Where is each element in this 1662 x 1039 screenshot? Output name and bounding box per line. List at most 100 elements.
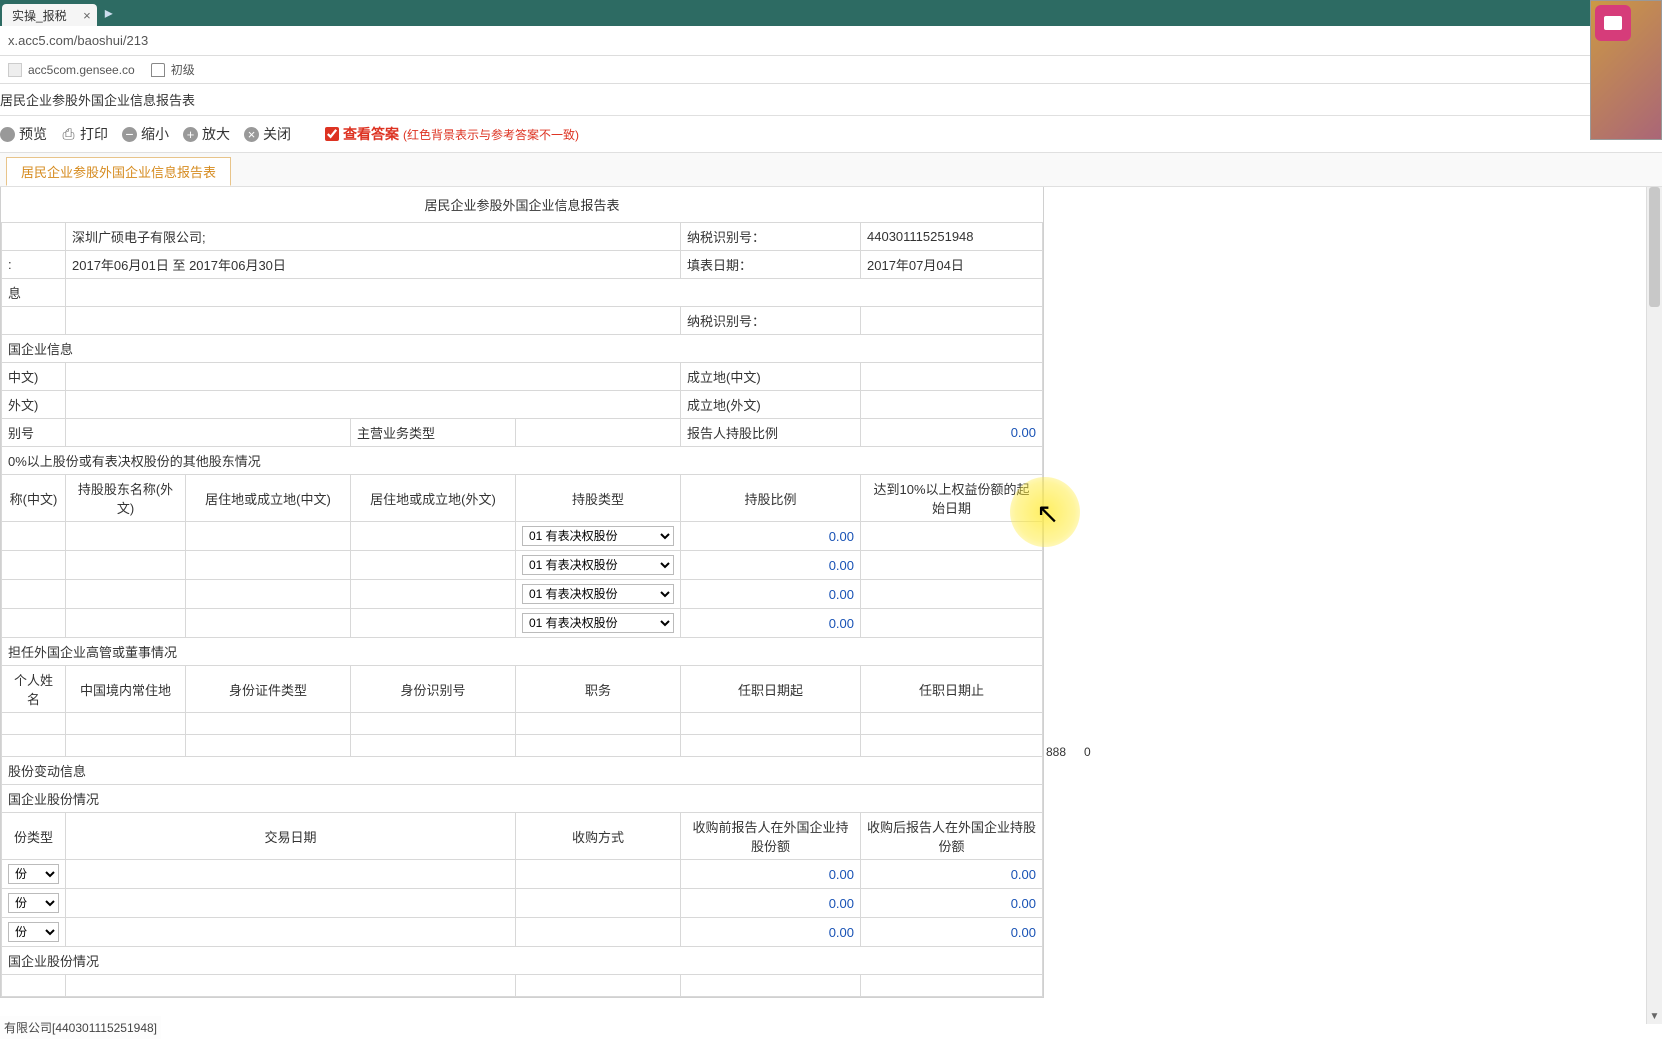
input-cell[interactable] [861,307,1043,335]
input-cell[interactable] [516,918,681,947]
input-cell[interactable] [681,713,861,735]
value-cell[interactable]: 0.00 [681,889,861,918]
close-icon[interactable]: × [83,8,91,23]
print-button[interactable]: 打印 [61,124,108,144]
scroll-down-button[interactable]: ▼ [1647,1008,1662,1024]
input-cell[interactable] [681,735,861,757]
input-cell[interactable] [66,580,186,609]
share-type-select[interactable]: 01 有表决权股份 [522,613,674,633]
input-cell[interactable] [66,918,516,947]
input-cell[interactable] [351,609,516,638]
input-cell[interactable] [186,551,351,580]
input-cell[interactable] [186,713,351,735]
input-cell[interactable] [861,713,1043,735]
input-cell[interactable] [516,889,681,918]
value-cell[interactable]: 0.00 [681,918,861,947]
share-type-select[interactable]: 01 有表决权股份 [522,584,674,604]
value-cell[interactable]: 0.00 [681,609,861,638]
input-cell[interactable] [351,551,516,580]
share-type-select[interactable]: 01 有表决权股份 [522,555,674,575]
label-cell: 纳税识别号： [681,307,861,335]
input-cell[interactable] [2,713,66,735]
input-cell[interactable] [861,391,1043,419]
input-cell[interactable] [516,735,681,757]
form-title: 居民企业参股外国企业信息报告表 [2,187,1043,223]
eye-icon [0,127,15,142]
input-cell[interactable] [66,419,351,447]
value-cell[interactable]: 0.00 [681,551,861,580]
address-bar[interactable]: x.acc5.com/baoshui/213 [0,26,1662,56]
input-cell[interactable] [861,735,1043,757]
input-cell[interactable] [66,713,186,735]
input-cell[interactable] [516,419,681,447]
preview-button[interactable]: 预览 [0,124,47,144]
zoom-out-button[interactable]: 缩小 [122,124,169,144]
input-cell[interactable] [66,735,186,757]
input-cell[interactable] [861,522,1043,551]
input-cell[interactable] [351,580,516,609]
new-tab-button[interactable]: ▸ [97,3,121,23]
type-select[interactable]: 份 [8,922,59,942]
value-cell[interactable]: 0.00 [681,580,861,609]
input-cell[interactable] [186,522,351,551]
input-cell[interactable] [66,860,516,889]
input-cell[interactable] [66,363,681,391]
type-select[interactable]: 份 [8,893,59,913]
value-cell[interactable]: 0.00 [861,419,1043,447]
col-header: 份类型 [2,813,66,860]
col-header: 持股比例 [681,475,861,522]
bookmark-label: 初级 [171,61,195,78]
input-cell[interactable] [861,609,1043,638]
input-cell[interactable] [66,307,681,335]
label-cell: 中文) [2,363,66,391]
input-cell[interactable] [66,975,516,997]
input-cell[interactable] [681,975,861,997]
input-cell[interactable] [186,735,351,757]
answer-checkbox[interactable] [325,127,339,141]
value-cell[interactable]: 0.00 [681,522,861,551]
input-cell[interactable] [861,551,1043,580]
input-cell[interactable] [186,580,351,609]
share-type-select[interactable]: 01 有表决权股份 [522,526,674,546]
table-row: 01 有表决权股份 0.00 [2,522,1043,551]
input-cell[interactable] [351,713,516,735]
input-cell[interactable] [861,975,1043,997]
input-cell[interactable] [2,522,66,551]
input-cell[interactable] [2,609,66,638]
value-cell[interactable]: 0.00 [861,889,1043,918]
input-cell[interactable] [351,522,516,551]
col-header: 收购方式 [516,813,681,860]
input-cell[interactable] [66,609,186,638]
zoom-in-button[interactable]: 放大 [183,124,230,144]
value-cell[interactable]: 0.00 [861,860,1043,889]
sub-tab-active[interactable]: 居民企业参股外国企业信息报告表 [6,157,231,186]
fill-date-cell: 2017年07月04日 [861,251,1043,279]
input-cell[interactable] [66,391,681,419]
input-cell[interactable] [66,551,186,580]
view-answer-toggle[interactable]: 查看答案 (红色背景表示与参考答案不一致) [325,124,579,144]
type-select[interactable]: 份 [8,864,59,884]
bookmark-item[interactable]: acc5com.gensee.co [8,63,135,77]
input-cell[interactable] [2,580,66,609]
bookmark-item[interactable]: 初级 [151,61,195,78]
input-cell[interactable] [861,363,1043,391]
close-button[interactable]: 关闭 [244,124,291,144]
vertical-scrollbar[interactable]: ▲ ▼ [1646,187,1662,1024]
input-cell[interactable] [861,580,1043,609]
input-cell[interactable] [516,975,681,997]
input-cell[interactable] [66,522,186,551]
scroll-thumb[interactable] [1649,187,1660,307]
input-cell[interactable] [2,551,66,580]
input-cell[interactable] [66,889,516,918]
browser-tab[interactable]: 实操_报税 × [2,4,97,26]
col-header: 达到10%以上权益份额的起始日期 [861,475,1043,522]
input-cell[interactable] [351,735,516,757]
value-cell[interactable]: 0.00 [861,918,1043,947]
input-cell[interactable] [2,975,66,997]
video-overlay[interactable] [1590,0,1662,140]
input-cell[interactable] [516,860,681,889]
value-cell[interactable]: 0.00 [681,860,861,889]
input-cell[interactable] [516,713,681,735]
input-cell[interactable] [2,735,66,757]
input-cell[interactable] [186,609,351,638]
